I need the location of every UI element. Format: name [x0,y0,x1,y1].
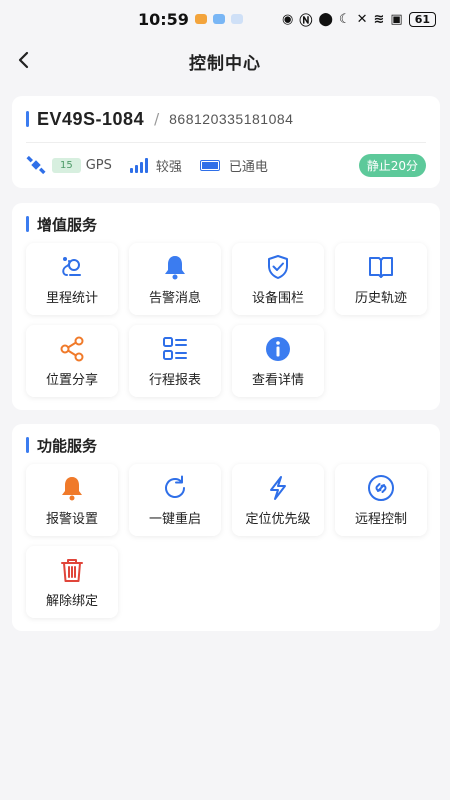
status-bar: 10:59 ◉ Ⓝ ⬤ ☾ ✕ ≋ ▣ 61 [0,0,450,38]
device-status-row: 15 GPS 较强 已通电 静止20分 [26,143,426,187]
tile-label: 解除绑定 [45,593,98,609]
tile-view-details[interactable]: 查看详情 [232,325,324,397]
mute-icon: ✕ [356,11,368,27]
list-report-icon [163,336,187,360]
location-icon: ⬤ [318,11,333,27]
function-services-card: 功能服务 报警设置 一键重启 定位优先级 远程控制 解除绑定 [12,424,440,631]
bell-icon [165,255,185,279]
gps-label: GPS [85,157,112,173]
page-title: 控制中心 [189,53,261,74]
tile-alarm-settings[interactable]: 报警设置 [26,464,118,536]
signal-label: 较强 [155,159,182,175]
separator: / [154,110,160,128]
tile-label: 里程统计 [45,290,98,306]
nav-bar: 控制中心 [0,38,450,84]
app-notification-icon [194,14,207,24]
device-imei: 868120335181084 [169,111,294,127]
tile-label: 行程报表 [148,372,201,388]
link-icon [368,474,394,501]
tile-label: 历史轨迹 [354,290,407,306]
restart-icon [165,475,185,498]
section-header: 功能服务 [26,434,426,456]
moon-icon: ☾ [338,11,351,27]
accent-bar [26,437,29,453]
book-icon [369,256,393,278]
function-services-grid: 报警设置 一键重启 定位优先级 远程控制 解除绑定 [26,464,427,618]
status-time: 10:59 [138,9,189,29]
tile-positioning-priority[interactable]: 定位优先级 [232,464,324,536]
tile-label: 设备围栏 [251,290,304,306]
tile-unbind[interactable]: 解除绑定 [26,546,118,618]
tile-label: 一键重启 [148,511,201,527]
tile-label: 告警消息 [148,290,201,306]
wifi-icon: ≋ [373,11,385,27]
power-label: 已通电 [228,159,268,175]
tile-label: 查看详情 [251,372,304,388]
value-services-grid: 里程统计 告警消息 设备围栏 历史轨迹 位置分享 行程报表 查看详情 [26,243,427,397]
alarm-bell-icon [62,476,82,500]
power-icon [199,159,220,171]
info-icon [266,336,290,361]
tile-label: 报警设置 [45,511,98,527]
satellite-icon [26,155,46,175]
gps-count-badge: 15 [52,157,81,173]
tile-trip-report[interactable]: 行程报表 [129,325,221,397]
tile-history-track[interactable]: 历史轨迹 [335,243,427,315]
signal-icon [129,157,148,173]
tile-remote-control[interactable]: 远程控制 [335,464,427,536]
section-title: 增值服务 [37,215,98,234]
share-icon [60,336,84,361]
device-card: EV49S-1084 / 868120335181084 15 GPS 较强 已… [12,96,440,188]
mileage-icon [62,256,81,276]
motion-status-badge: 静止20分 [358,153,426,177]
tile-alarm-messages[interactable]: 告警消息 [129,243,221,315]
tile-one-click-restart[interactable]: 一键重启 [129,464,221,536]
battery-indicator: 61 [408,11,436,27]
eye-icon: ◉ [282,11,294,27]
section-header: 增值服务 [26,213,426,235]
device-header: EV49S-1084 / 868120335181084 [26,96,426,143]
alert-icon: ▣ [390,11,403,27]
tile-label: 定位优先级 [245,511,311,527]
app-h-icon [230,14,243,24]
accent-bar [26,216,29,232]
back-icon[interactable] [12,48,36,72]
tile-geofence[interactable]: 设备围栏 [232,243,324,315]
device-name: EV49S-1084 [37,108,145,129]
tile-location-share[interactable]: 位置分享 [26,325,118,397]
trash-icon [61,558,83,582]
tile-mileage-stats[interactable]: 里程统计 [26,243,118,315]
section-title: 功能服务 [37,436,98,455]
lightning-icon [270,475,286,500]
accent-bar [26,111,29,127]
tile-label: 远程控制 [354,511,407,527]
tile-label: 位置分享 [45,372,98,388]
shield-check-icon [268,254,288,279]
value-services-card: 增值服务 里程统计 告警消息 设备围栏 历史轨迹 位置分享 行程报表 查看详情 [12,203,440,410]
weather-icon [212,14,225,24]
nfc-icon: Ⓝ [299,13,313,29]
